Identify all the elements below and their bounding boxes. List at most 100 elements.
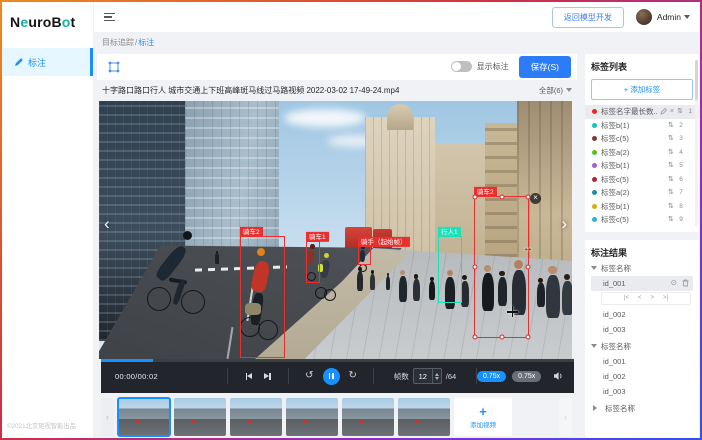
trash-icon[interactable] <box>682 279 689 287</box>
frame-total-label: /64 <box>446 372 456 381</box>
result-item[interactable]: id_003 <box>591 384 693 399</box>
add-label-button[interactable]: + 添加标签 <box>591 79 693 100</box>
sidebar-item-annotation[interactable]: 标注 <box>2 48 93 76</box>
breadcrumb-parent[interactable]: 目标追踪 <box>102 37 134 48</box>
label-order: 7 <box>677 189 683 196</box>
chevron-down-icon <box>566 88 572 95</box>
sort-icon[interactable]: ⇅ <box>668 216 674 223</box>
resize-handle[interactable] <box>473 265 478 270</box>
label-list-panel: 标签列表 + 添加标签 标签名字最长数... × ⇅ 1 标签b(1) × ⇅ … <box>585 54 699 232</box>
resize-handle[interactable] <box>499 335 504 340</box>
locate-icon[interactable]: ⊙ <box>671 279 677 287</box>
label-color-dot <box>592 109 597 114</box>
bounding-box[interactable]: 骑手（起始帧） <box>358 246 371 265</box>
sort-icon[interactable]: ⇅ <box>668 176 674 183</box>
label-list-item[interactable]: 标签名字最长数... × ⇅ 1 <box>585 105 699 119</box>
add-video-button[interactable]: + 添加视频 <box>454 398 512 436</box>
label-list-item[interactable]: 标签c(5) × ⇅ 3 <box>585 132 699 146</box>
result-item[interactable]: id_001 ⊙ <box>591 276 693 291</box>
app-window: NeuroBot 标注 ©2021北京矩视智能出品 返回模型开发 Admin 目… <box>0 0 702 440</box>
video-thumbnail[interactable] <box>398 398 450 436</box>
sort-icon[interactable]: ⇅ <box>668 203 674 210</box>
result-item[interactable]: id_003 <box>591 322 693 337</box>
delete-icon[interactable]: × <box>670 108 674 115</box>
resize-handle[interactable] <box>473 335 478 340</box>
thumbs-prev-arrow[interactable]: ‹ <box>101 398 114 436</box>
scrollbar[interactable] <box>695 60 698 226</box>
back-to-model-dev-button[interactable]: 返回模型开发 <box>552 7 624 28</box>
sort-icon[interactable]: ⇅ <box>668 122 674 129</box>
video-thumbnail[interactable] <box>342 398 394 436</box>
hamburger-menu-icon[interactable] <box>104 13 115 22</box>
next-video-arrow[interactable]: › <box>561 215 567 232</box>
rect-select-tool-icon[interactable] <box>107 60 121 74</box>
video-progress-bar[interactable] <box>101 359 574 362</box>
label-filter-dropdown[interactable]: 全部(6) <box>539 85 572 96</box>
result-item[interactable]: id_001 <box>591 354 693 369</box>
breadcrumb-current: 标注 <box>138 37 154 48</box>
sort-icon[interactable]: ⇅ <box>668 149 674 156</box>
label-list-item[interactable]: 标签c(5) × ⇅ 9 <box>585 213 699 227</box>
video-frame[interactable]: 骑车2 骑车1 骑手（起始帧） 行人1 骑车2×↔ ‹ › <box>99 101 572 359</box>
frame-spinner[interactable] <box>432 369 441 383</box>
result-item[interactable]: id_002 <box>591 369 693 384</box>
resize-cursor-icon: ↔ <box>523 243 533 254</box>
bounding-box[interactable]: 骑车2 <box>240 236 285 358</box>
label-list-item[interactable]: 标签b(1) × ⇅ 2 <box>585 119 699 133</box>
prev-frame-icon[interactable] <box>246 373 253 380</box>
result-item[interactable]: id_002 <box>591 307 693 322</box>
sort-icon[interactable]: ⇅ <box>668 189 674 196</box>
resize-handle[interactable] <box>526 335 531 340</box>
resize-handle[interactable] <box>473 195 478 200</box>
last-page-icon[interactable]: >| <box>663 295 668 301</box>
avatar[interactable] <box>636 9 652 25</box>
result-group-header[interactable]: 标签名称 <box>591 261 693 276</box>
edit-icon[interactable] <box>660 108 667 115</box>
move-cursor-icon <box>507 306 518 317</box>
result-group-header[interactable]: 标签名称 <box>591 339 693 354</box>
rewind-10-icon[interactable]: ↺ <box>305 371 313 381</box>
bounding-box[interactable]: 骑车2×↔ <box>474 196 529 338</box>
result-item-id: id_001 <box>603 279 626 288</box>
label-list-item[interactable]: 标签c(5) × ⇅ 6 <box>585 173 699 187</box>
bounding-box[interactable]: 骑车1 <box>306 241 320 283</box>
resize-handle[interactable] <box>526 265 531 270</box>
show-annotation-toggle[interactable] <box>451 61 472 72</box>
breadcrumb: 目标追踪 / 标注 <box>97 32 577 54</box>
label-color-dot <box>592 163 597 168</box>
label-name: 标签b(1) <box>601 160 665 171</box>
bounding-box-label: 骑手（起始帧） <box>358 237 410 247</box>
bounding-box[interactable]: 行人1 <box>438 236 462 303</box>
thumbs-next-arrow[interactable]: › <box>559 398 572 436</box>
resize-handle[interactable] <box>526 195 531 200</box>
first-page-icon[interactable]: |< <box>624 295 629 301</box>
time-display: 00:00/00:02 <box>115 372 227 381</box>
speaker-icon[interactable] <box>553 371 564 381</box>
username[interactable]: Admin <box>657 12 681 22</box>
next-page-icon[interactable]: > <box>651 295 655 301</box>
label-list-item[interactable]: 标签a(2) × ⇅ 7 <box>585 186 699 200</box>
prev-video-arrow[interactable]: ‹ <box>104 215 110 232</box>
next-frame-icon[interactable] <box>264 373 271 380</box>
sort-icon[interactable]: ⇅ <box>668 162 674 169</box>
prev-page-icon[interactable]: < <box>638 295 642 301</box>
video-thumbnail[interactable] <box>174 398 226 436</box>
resize-handle[interactable] <box>499 195 504 200</box>
pause-button[interactable] <box>323 368 340 385</box>
video-thumbnail[interactable] <box>118 398 170 436</box>
playback-speed-button[interactable]: 0.75x <box>477 371 506 382</box>
save-button[interactable]: 保存(S) <box>519 56 571 78</box>
label-list-item[interactable]: 标签b(1) × ⇅ 5 <box>585 159 699 173</box>
label-order: 2 <box>677 122 683 129</box>
label-list-item[interactable]: 标签a(2) × ⇅ 4 <box>585 146 699 160</box>
label-list-item[interactable]: 标签b(1) × ⇅ 8 <box>585 200 699 214</box>
playback-speed-button[interactable]: 0.75x <box>512 371 541 382</box>
sort-icon[interactable]: ⇅ <box>677 108 683 115</box>
forward-10-icon[interactable]: ↻ <box>349 371 357 381</box>
result-group-header[interactable]: 标签名称 <box>591 401 693 416</box>
video-thumbnail[interactable] <box>230 398 282 436</box>
sort-icon[interactable]: ⇅ <box>668 135 674 142</box>
close-box-icon[interactable]: × <box>530 193 541 204</box>
frame-number-input[interactable] <box>414 369 432 383</box>
video-thumbnail[interactable] <box>286 398 338 436</box>
